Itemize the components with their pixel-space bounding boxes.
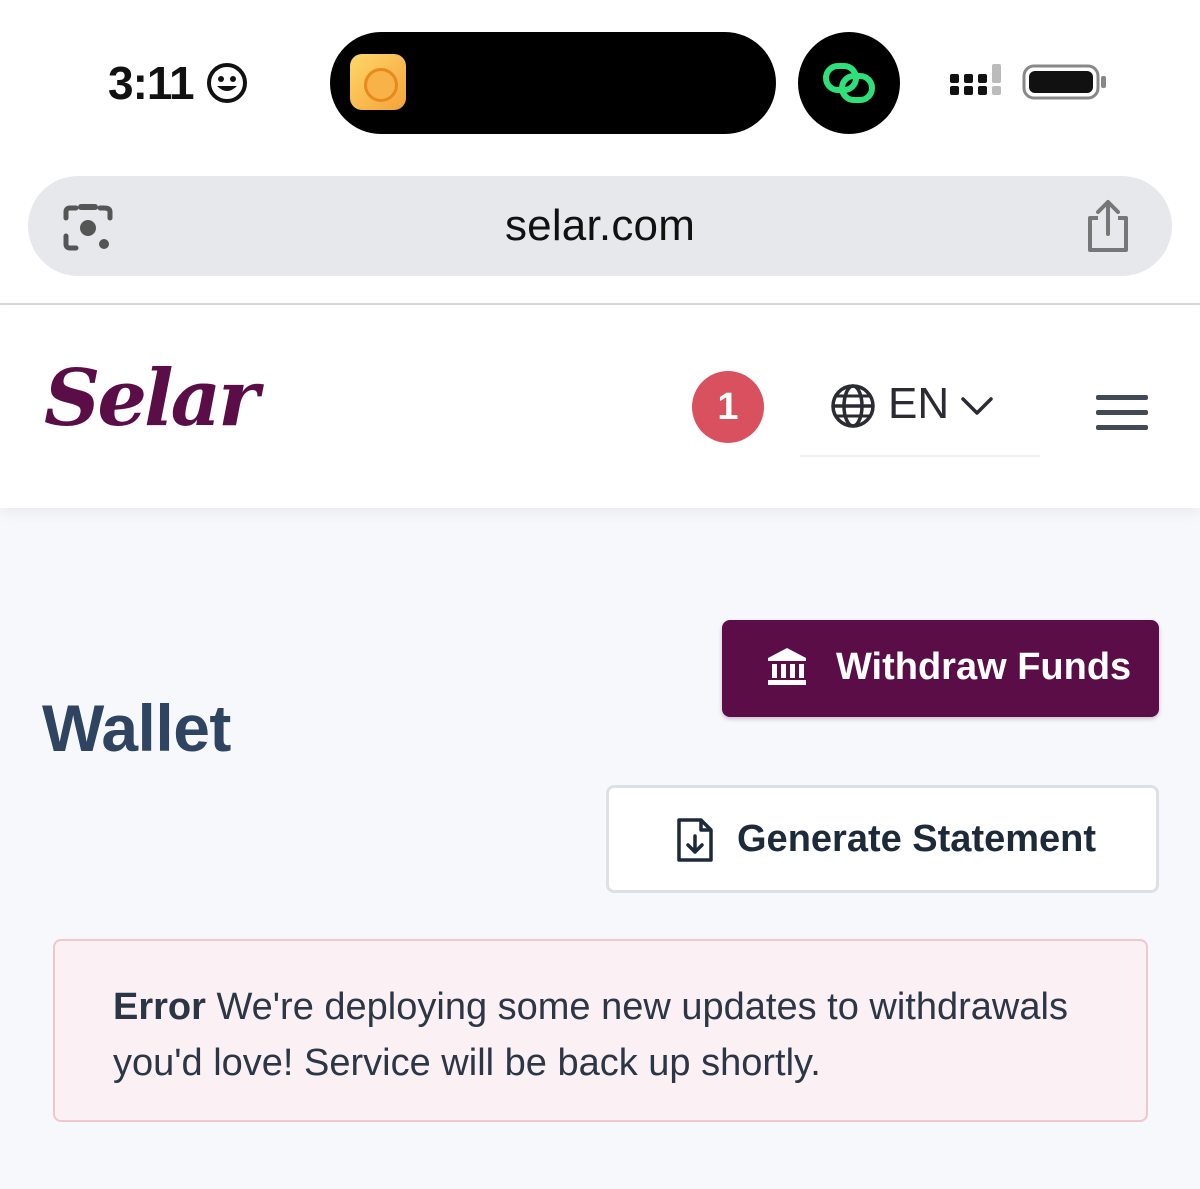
site-header: Selar 1 EN [0,305,1200,508]
alert-label: Error [113,986,206,1028]
language-label: EN [888,379,950,428]
status-time: 3:11 [108,57,195,109]
hamburger-menu-icon[interactable] [1096,393,1148,433]
language-selector[interactable]: EN [800,365,1040,457]
generate-statement-label: Generate Statement [737,818,1097,860]
selar-logo[interactable]: Selar [44,353,259,444]
url-text[interactable]: selar.com [28,176,1172,276]
page-title: Wallet [42,691,231,765]
address-bar[interactable]: selar.com [28,176,1172,276]
chevron-down-icon [961,397,993,415]
link-bubble[interactable] [798,32,900,134]
error-alert: Error We're deploying some new updates t… [53,939,1148,1122]
notification-badge[interactable]: 1 [692,371,764,443]
wallet-page: Withdraw Funds Wallet Generate Statement… [0,508,1200,1189]
alert-text: Error We're deploying some new updates t… [113,979,1103,1091]
withdraw-funds-button[interactable]: Withdraw Funds [722,620,1159,717]
smiley-icon [207,63,247,103]
file-download-icon [677,818,713,862]
generate-statement-button[interactable]: Generate Statement [606,785,1159,893]
app-icon[interactable] [350,54,406,110]
globe-icon [831,384,875,428]
share-icon[interactable] [1082,198,1134,254]
signal-icon [950,64,1001,95]
battery-icon [1022,64,1106,100]
alert-message: We're deploying some new updates to with… [113,986,1068,1084]
bank-icon [768,648,806,685]
status-bar: 3:11 [0,0,1200,160]
withdraw-funds-label: Withdraw Funds [836,646,1132,688]
link-icon [823,63,875,103]
